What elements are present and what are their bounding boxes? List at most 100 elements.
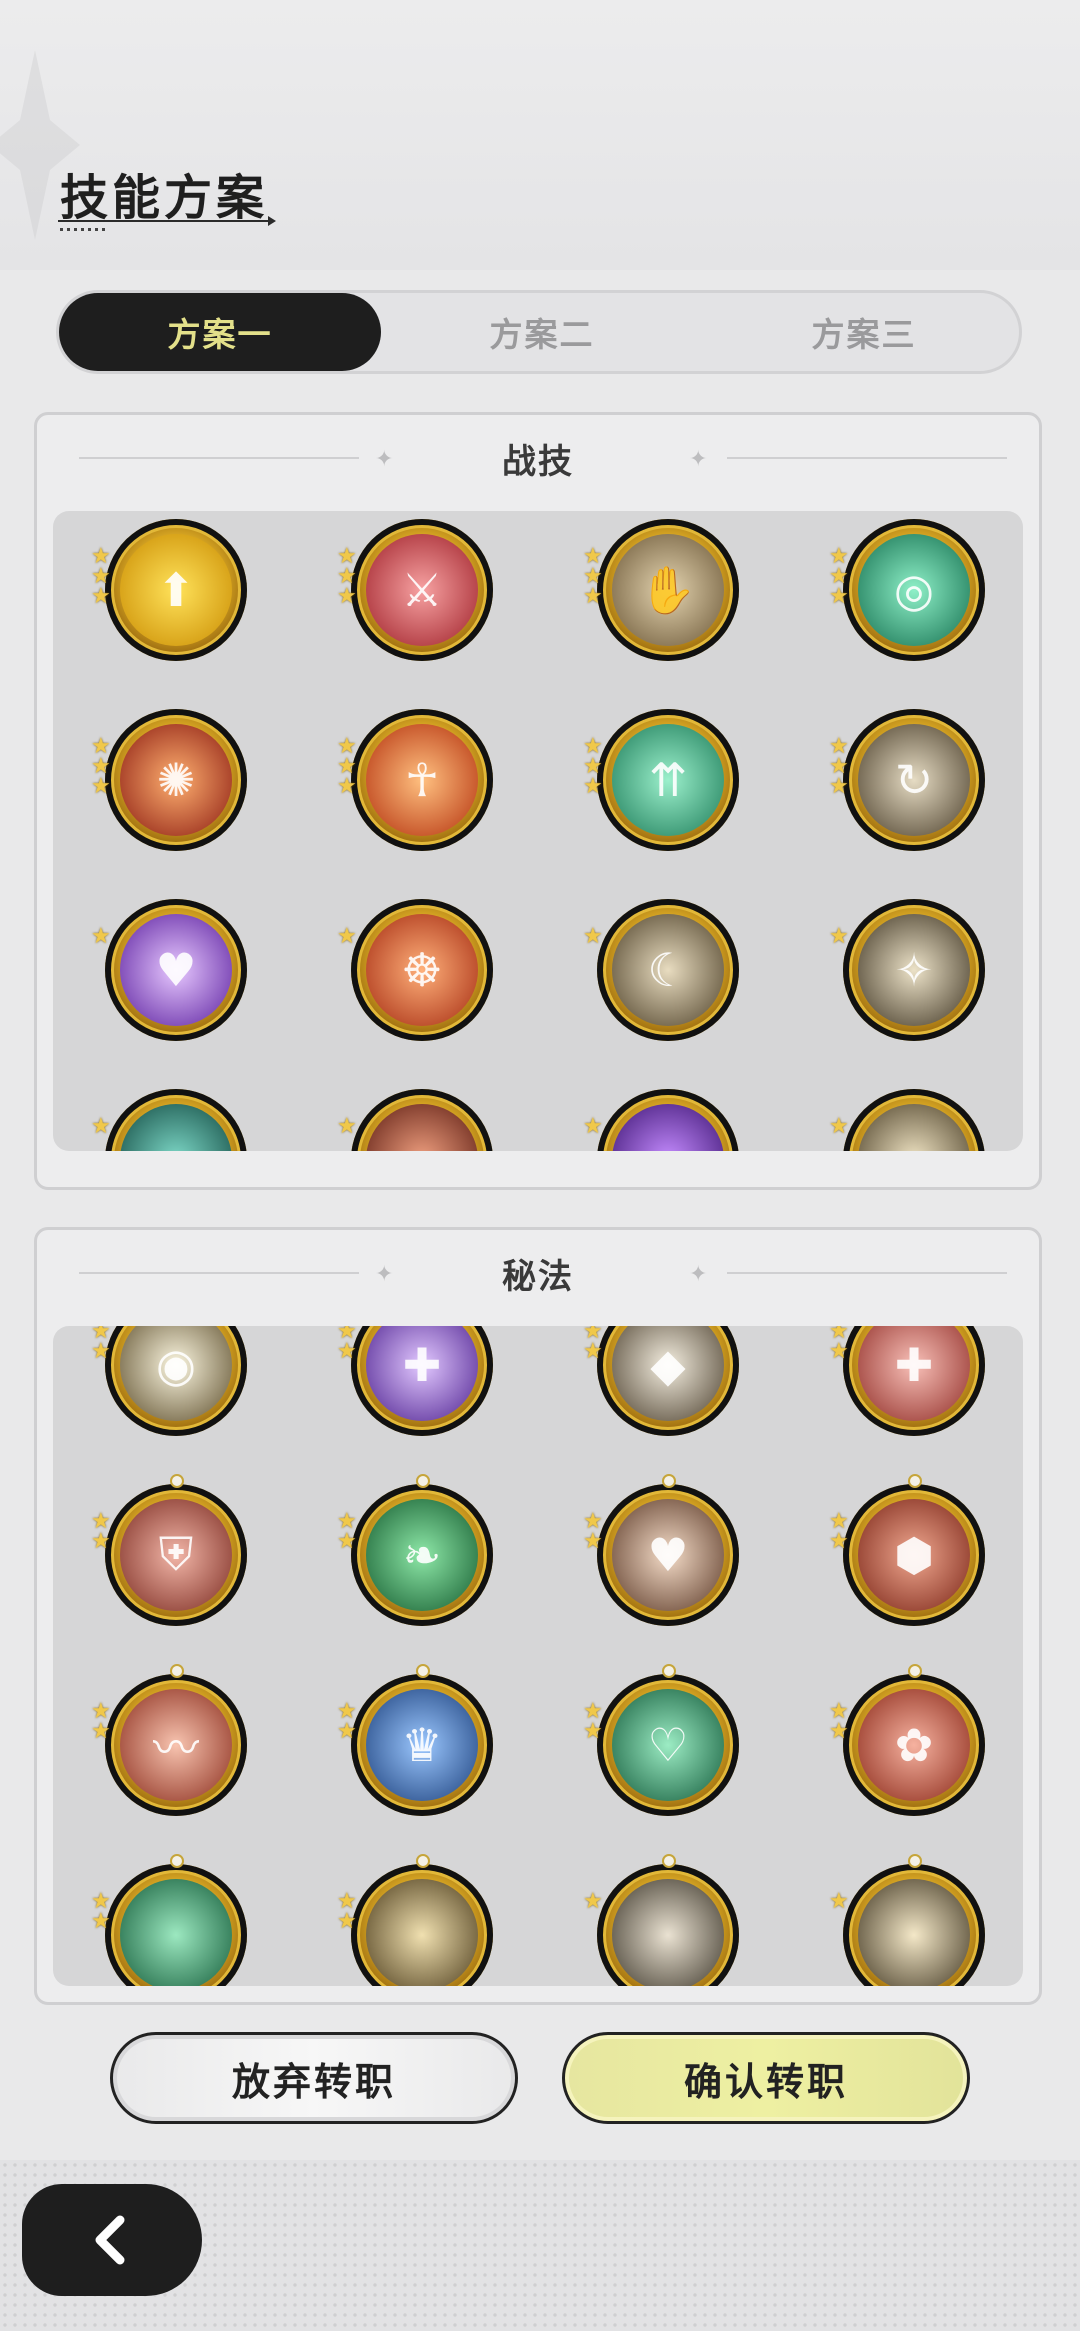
back-arrow-icon — [95, 2215, 125, 2265]
secret-arts-grid[interactable]: ◉ ★ ★ ✚ ★ ★ ◆ ★ ★ ✚ ★ ★ ⛨ ★ ★ ❧ ★ ★ ♥ ★ … — [53, 1326, 1023, 1986]
star-rating: ★ ★ — [91, 1699, 111, 1744]
whirl-icon: ◎ — [893, 563, 935, 617]
green-heart-icon: ♡ — [647, 1718, 689, 1772]
indicator-dot — [170, 1854, 184, 1868]
tab-plan-1[interactable]: 方案一 — [59, 293, 381, 371]
sword-figure-icon: ⚔ — [401, 563, 443, 617]
skill-icon-shield-sword[interactable]: ★ — [583, 1854, 739, 1986]
skill-icon-figure-burst[interactable]: ✧ ★ — [829, 899, 985, 1041]
title-underline — [58, 220, 273, 222]
crystal-icon: ◆ — [650, 1338, 686, 1392]
figure-burst-icon: ✧ — [894, 943, 934, 997]
skill-icon-shield-up[interactable]: ⬆ ★ ★ ★ — [91, 519, 247, 661]
star-rating: ★ ★ ★ — [91, 544, 111, 609]
eye-icon: ◉ — [155, 1338, 197, 1392]
star-rating: ★ — [829, 1114, 849, 1139]
skill-icon-red-slash[interactable]: ★ — [337, 1089, 493, 1151]
star-rating: ★ ★ — [337, 1326, 357, 1364]
skill-icon-fire-sigil[interactable]: ☸ ★ — [337, 899, 493, 1041]
tab-plan-2[interactable]: 方案二 — [381, 293, 703, 371]
skill-icon-red-flower[interactable]: ✿ ★ ★ — [829, 1664, 985, 1816]
skill-icon-purple-heart[interactable]: ♥ ★ — [91, 899, 247, 1041]
star-rating: ★ — [337, 924, 357, 949]
combat-skills-grid[interactable]: ⬆ ★ ★ ★ ⚔ ★ ★ ★ ✋ ★ ★ ★ ◎ ★ ★ ★ ✺ ★ ★ ★ ☥ ★ ★ ★ — [53, 511, 1023, 1151]
star-rating: ★ ★ — [337, 1699, 357, 1744]
crown-icon: ♛ — [401, 1718, 443, 1772]
skill-icon-crystal[interactable]: ◆ ★ ★ — [583, 1326, 739, 1436]
star-rating: ★ ★ — [91, 1509, 111, 1554]
skill-icon-red-swirl[interactable]: 〰 ★ ★ — [91, 1664, 247, 1816]
header-star-icon: ✦ — [375, 1262, 394, 1287]
indicator-dot — [416, 1854, 430, 1868]
star-rating: ★ ★ — [337, 1889, 357, 1934]
skill-icon-sunburst[interactable]: ★ — [829, 1854, 985, 1986]
back-button[interactable] — [22, 2184, 202, 2296]
header-star-icon: ✦ — [689, 447, 708, 472]
tornado-icon: ↻ — [894, 753, 934, 807]
skill-icon-sword-heal[interactable]: ✚ ★ ★ — [829, 1326, 985, 1436]
star-rating: ★ ★ ★ — [829, 734, 849, 799]
secret-arts-panel: ✦ 秘法 ✦ ◉ ★ ★ ✚ ★ ★ ◆ ★ ★ ✚ ★ ★ ⛨ ★ ★ ❧ ★… — [34, 1227, 1042, 2005]
shield-icon: ⬆ — [156, 563, 196, 617]
skill-icon-purple-orb[interactable]: ✚ ★ ★ — [337, 1326, 493, 1436]
skill-icon-eye[interactable]: ◉ ★ ★ — [91, 1326, 247, 1436]
skill-icon-teal-wave[interactable]: ★ — [91, 1089, 247, 1151]
skill-icon-sword-figure[interactable]: ⚔ ★ ★ ★ — [337, 519, 493, 661]
rock-icon: ⬢ — [893, 1528, 935, 1582]
heart-shield-icon: ♥ — [647, 1528, 689, 1582]
swirl-icon: 〰 — [153, 1721, 199, 1775]
skill-icon-flame-slash[interactable]: ✺ ★ ★ ★ — [91, 709, 247, 851]
star-rating: ★ ★ — [829, 1326, 849, 1364]
skill-icon-violet[interactable]: ★ — [583, 1089, 739, 1151]
title-dots — [60, 228, 106, 231]
star-rating: ★ ★ ★ — [91, 734, 111, 799]
sigil-icon: ☸ — [401, 943, 443, 997]
secret-arts-title: 秘法 — [502, 1256, 574, 1297]
skill-icon-claw[interactable]: ✋ ★ ★ ★ — [583, 519, 739, 661]
skill-icon-golden-knot[interactable]: ★ ★ — [337, 1854, 493, 1986]
star-rating: ★ — [829, 924, 849, 949]
combat-skills-title: 战技 — [502, 441, 574, 482]
plan-tabs: 方案一 方案二 方案三 — [56, 290, 1022, 374]
star-rating: ★ ★ ★ — [829, 544, 849, 609]
skill-icon-spark[interactable]: ★ — [829, 1089, 985, 1151]
flower-icon: ✿ — [894, 1718, 934, 1772]
confirm-job-change-button[interactable]: 确认转职 — [562, 2032, 970, 2124]
star-rating: ★ ★ — [91, 1326, 111, 1364]
skill-icon-heart-shield[interactable]: ♥ ★ ★ — [583, 1474, 739, 1626]
skill-icon-whirl-green[interactable]: ◎ ★ ★ ★ — [829, 519, 985, 661]
star-rating: ★ ★ — [583, 1509, 603, 1554]
fire-figure-icon: ☥ — [404, 753, 440, 807]
star-rating: ★ ★ — [583, 1326, 603, 1364]
star-rating: ★ ★ ★ — [337, 544, 357, 609]
abandon-job-change-button[interactable]: 放弃转职 — [110, 2032, 518, 2124]
skill-icon-crescent-blade[interactable]: ☾ ★ — [583, 899, 739, 1041]
secret-arts-header: ✦ 秘法 ✦ — [37, 1230, 1039, 1316]
skill-icon-armor[interactable]: ⛨ ★ ★ — [91, 1474, 247, 1626]
star-rating: ★ ★ — [829, 1509, 849, 1554]
skill-icon-red-rock[interactable]: ⬢ ★ ★ — [829, 1474, 985, 1626]
crescent-icon: ☾ — [647, 943, 689, 997]
flame-slash-icon: ✺ — [156, 753, 196, 807]
star-rating: ★ ★ ★ — [583, 734, 603, 799]
skill-icon-green-arrows[interactable]: ⇈ ★ ★ ★ — [583, 709, 739, 851]
skill-icon-tornado[interactable]: ↻ ★ ★ ★ — [829, 709, 985, 851]
star-rating: ★ — [583, 924, 603, 949]
sword-heal-icon: ✚ — [894, 1338, 934, 1392]
skill-icon-leaf[interactable]: ❧ ★ ★ — [337, 1474, 493, 1626]
indicator-dot — [662, 1854, 676, 1868]
star-rating: ★ ★ — [91, 1889, 111, 1934]
armor-icon: ⛨ — [158, 1527, 194, 1581]
skill-icon-blue-crown[interactable]: ♛ ★ ★ — [337, 1664, 493, 1816]
page-title: 技能方案 — [60, 170, 269, 226]
orb-icon: ✚ — [402, 1338, 442, 1392]
skill-icon-green-heart[interactable]: ♡ ★ ★ — [583, 1664, 739, 1816]
combat-skills-header: ✦ 战技 ✦ — [37, 415, 1039, 501]
title-arrow-icon — [268, 216, 276, 226]
star-rating: ★ — [583, 1114, 603, 1139]
tab-plan-3[interactable]: 方案三 — [703, 293, 1025, 371]
combat-skills-panel: ✦ 战技 ✦ ⬆ ★★★ ⚔ ★★★ ✋ ★★★ ◎ ★★★ ✺ — [34, 412, 1042, 1190]
skill-icon-fire-figure[interactable]: ☥ ★ ★ ★ — [337, 709, 493, 851]
claw-icon: ✋ — [639, 562, 697, 617]
skill-icon-green-blade[interactable]: ★ ★ — [91, 1854, 247, 1986]
